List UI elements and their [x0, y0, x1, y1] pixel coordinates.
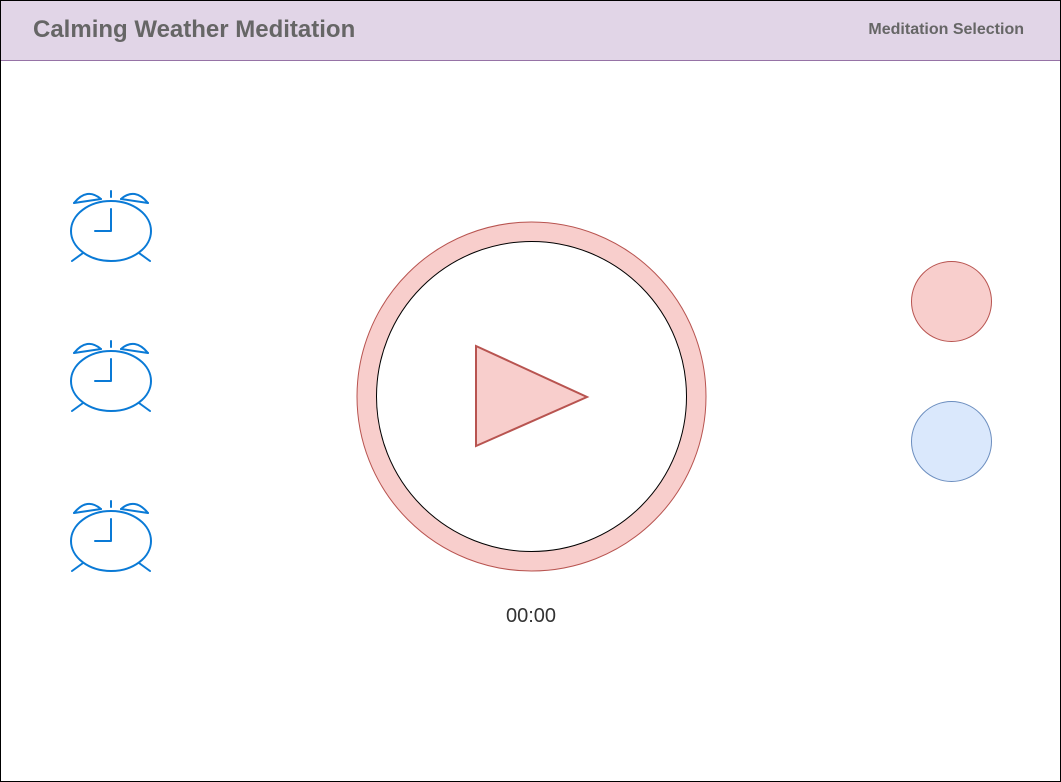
- option-circle-red[interactable]: [911, 261, 992, 342]
- option-circle-blue[interactable]: [911, 401, 992, 482]
- alarm-clock-icon: [70, 340, 152, 412]
- app-title: Calming Weather Meditation: [33, 16, 356, 43]
- play-button[interactable]: [356, 221, 707, 572]
- alarm-clock-button-3[interactable]: [69, 499, 153, 573]
- alarm-clock-button-2[interactable]: [69, 339, 153, 413]
- alarm-clock-button-1[interactable]: [69, 189, 153, 263]
- timer-display: 00:00: [505, 605, 557, 627]
- alarm-clock-icon: [70, 500, 152, 572]
- alarm-clock-icon: [70, 190, 152, 262]
- play-icon: [356, 221, 707, 572]
- meditation-selection-link[interactable]: Meditation Selection: [868, 21, 1024, 39]
- app-window: Calming Weather Meditation Meditation Se…: [0, 0, 1061, 782]
- header-bar: Calming Weather Meditation Meditation Se…: [1, 1, 1060, 61]
